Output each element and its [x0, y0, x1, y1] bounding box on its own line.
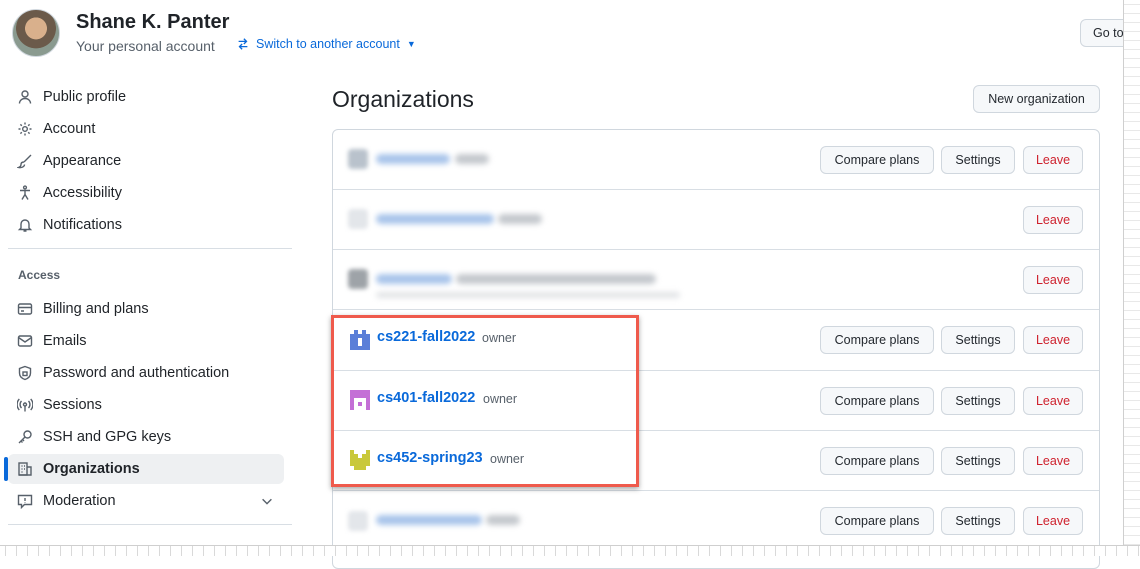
avatar[interactable]: [12, 9, 60, 57]
settings-button[interactable]: Settings: [941, 447, 1015, 475]
org-role-redacted: [456, 274, 656, 284]
sidebar-item-label: Account: [43, 121, 96, 137]
switch-account-label: Switch to another account: [256, 37, 400, 51]
org-description-redacted: [376, 292, 680, 298]
arrow-switch-icon: [238, 38, 248, 50]
bell-icon: [17, 217, 33, 233]
sidebar-item-appearance[interactable]: Appearance: [8, 146, 284, 176]
org-name-redacted: [376, 274, 452, 284]
person-icon: [17, 89, 33, 105]
org-avatar-redacted: [348, 511, 368, 531]
report-icon: [17, 493, 33, 509]
caret-down-icon: ▼: [406, 39, 416, 49]
accessibility-icon: [17, 185, 33, 201]
org-role-redacted: [486, 515, 520, 525]
org-name-redacted: [376, 154, 450, 164]
sidebar-item-label: Emails: [43, 333, 87, 349]
leave-button[interactable]: Leave: [1023, 206, 1083, 234]
sidebar-item-label: Appearance: [43, 153, 122, 169]
settings-button[interactable]: Settings: [941, 326, 1015, 354]
sidebar-item-public-profile[interactable]: Public profile: [8, 82, 284, 112]
compare-plans-button[interactable]: Compare plans: [820, 387, 934, 415]
sidebar-item-moderation[interactable]: Moderation: [8, 486, 284, 516]
sidebar-item-organizations[interactable]: Organizations: [8, 454, 284, 484]
key-icon: [17, 429, 33, 445]
compare-plans-button[interactable]: Compare plans: [820, 447, 934, 475]
torn-edge-bottom: [0, 545, 1140, 556]
sidebar-item-label: Organizations: [43, 461, 140, 477]
leave-button[interactable]: Leave: [1023, 146, 1083, 174]
org-name-redacted: [376, 214, 494, 224]
credit-card-icon: [17, 301, 33, 317]
leave-button[interactable]: Leave: [1023, 387, 1083, 415]
org-avatar-redacted: [348, 269, 368, 289]
sidebar-item-password-auth[interactable]: Password and authentication: [8, 358, 284, 388]
user-name: Shane K. Panter: [76, 11, 230, 33]
sidebar-item-ssh-gpg[interactable]: SSH and GPG keys: [8, 422, 284, 452]
sidebar-divider: [8, 248, 292, 249]
organization-icon: [17, 461, 33, 477]
sidebar-item-label: Password and authentication: [43, 365, 230, 381]
sidebar-heading-access: Access: [18, 268, 61, 282]
sidebar-item-label: SSH and GPG keys: [43, 429, 172, 445]
new-organization-button[interactable]: New organization: [973, 85, 1100, 113]
sidebar-item-label: Notifications: [43, 217, 122, 233]
org-name-redacted: [376, 515, 482, 525]
gear-icon: [17, 121, 33, 137]
leave-button[interactable]: Leave: [1023, 507, 1083, 535]
sidebar-divider: [8, 524, 292, 525]
row-divider: [333, 309, 1099, 310]
row-divider: [333, 490, 1099, 491]
paintbrush-icon: [17, 153, 33, 169]
mail-icon: [17, 333, 33, 349]
account-subtitle: Your personal account: [76, 38, 215, 54]
page-title: Organizations: [332, 86, 474, 112]
chevron-down-icon[interactable]: [260, 494, 274, 508]
sidebar-item-label: Billing and plans: [43, 301, 149, 317]
org-avatar-redacted: [348, 149, 368, 169]
sidebar-item-label: Moderation: [43, 493, 116, 509]
leave-button[interactable]: Leave: [1023, 326, 1083, 354]
compare-plans-button[interactable]: Compare plans: [820, 146, 934, 174]
torn-edge-right: [1123, 0, 1140, 556]
shield-lock-icon: [17, 365, 33, 381]
settings-button[interactable]: Settings: [941, 387, 1015, 415]
sidebar-item-sessions[interactable]: Sessions: [8, 390, 284, 420]
broadcast-icon: [17, 397, 33, 413]
sidebar-item-billing[interactable]: Billing and plans: [8, 294, 284, 324]
settings-button[interactable]: Settings: [941, 146, 1015, 174]
switch-account-link[interactable]: Switch to another account ▼: [236, 37, 416, 51]
org-role-redacted: [455, 154, 489, 164]
leave-button[interactable]: Leave: [1023, 266, 1083, 294]
sidebar-item-emails[interactable]: Emails: [8, 326, 284, 356]
org-avatar-redacted: [348, 209, 368, 229]
row-divider: [333, 189, 1099, 190]
settings-button[interactable]: Settings: [941, 507, 1015, 535]
row-divider: [333, 249, 1099, 250]
sidebar-item-label: Public profile: [43, 89, 127, 105]
compare-plans-button[interactable]: Compare plans: [820, 326, 934, 354]
sidebar-item-accessibility[interactable]: Accessibility: [8, 178, 284, 208]
annotation-highlight-box: [331, 315, 639, 487]
sidebar-item-notifications[interactable]: Notifications: [8, 210, 284, 240]
sidebar-item-label: Sessions: [43, 397, 102, 413]
sidebar-item-label: Accessibility: [43, 185, 122, 201]
leave-button[interactable]: Leave: [1023, 447, 1083, 475]
org-role-redacted: [498, 214, 542, 224]
compare-plans-button[interactable]: Compare plans: [820, 507, 934, 535]
sidebar-item-account[interactable]: Account: [8, 114, 284, 144]
